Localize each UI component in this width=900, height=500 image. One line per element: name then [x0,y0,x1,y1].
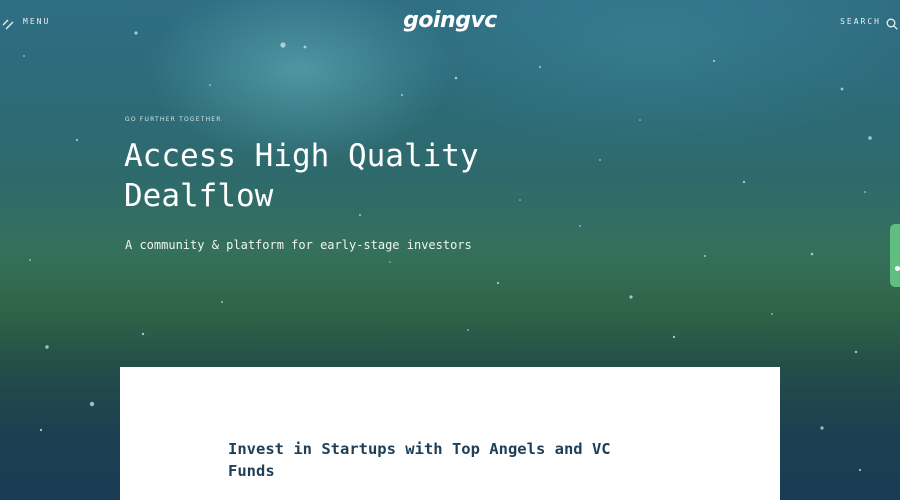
intro-card: Invest in Startups with Top Angels and V… [120,367,780,500]
search-label: SEARCH [840,16,881,26]
magnifier-icon [886,15,898,30]
card-title: Invest in Startups with Top Angels and V… [228,440,611,480]
side-tab-icon [895,266,900,271]
hero-headline: Access High Quality Dealflow [124,138,479,214]
hero-tagline: A community & platform for early-stage i… [125,238,472,252]
search-toggle[interactable]: SEARCH [840,15,898,30]
side-feedback-tab[interactable] [890,224,900,287]
goingvc-logo[interactable]: goingvc [0,8,900,33]
hero-eyebrow: GO FURTHER TOGETHER [125,116,222,123]
